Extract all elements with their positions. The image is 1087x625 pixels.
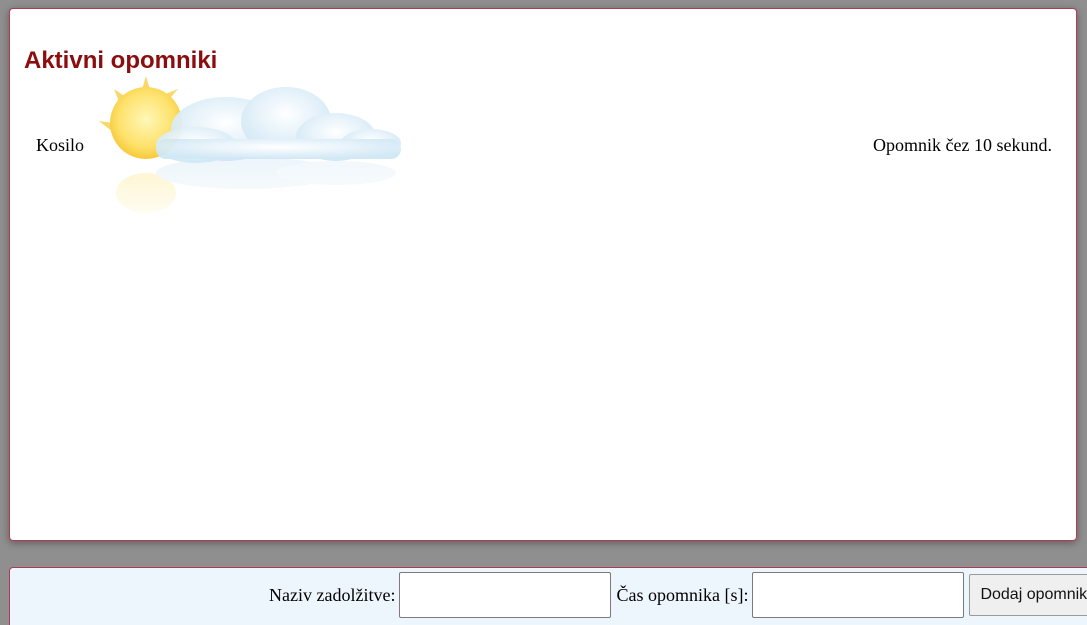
- task-name-input[interactable]: [399, 572, 612, 618]
- form-row: Naziv zadolžitve: Čas opomnika [s]: Doda…: [269, 571, 1087, 619]
- add-reminder-button[interactable]: Dodaj opomnik: [969, 574, 1087, 616]
- reminder-time-label: Čas opomnika [s]:: [616, 584, 749, 605]
- page-title: Aktivni opomniki: [24, 47, 218, 74]
- reminder-countdown: Opomnik čez 10 sekund.: [873, 134, 1052, 155]
- task-name-label: Naziv zadolžitve:: [269, 584, 396, 605]
- reminder-name: Kosilo: [36, 134, 85, 155]
- add-reminder-form: Naziv zadolžitve: Čas opomnika [s]: Doda…: [9, 567, 1087, 625]
- reminder-time-input[interactable]: [752, 572, 965, 618]
- active-reminders-panel: Aktivni opomniki Kosilo Opomnik čez 10 s…: [9, 8, 1077, 541]
- reminder-item: Kosilo Opomnik čez 10 sekund.: [36, 134, 1052, 156]
